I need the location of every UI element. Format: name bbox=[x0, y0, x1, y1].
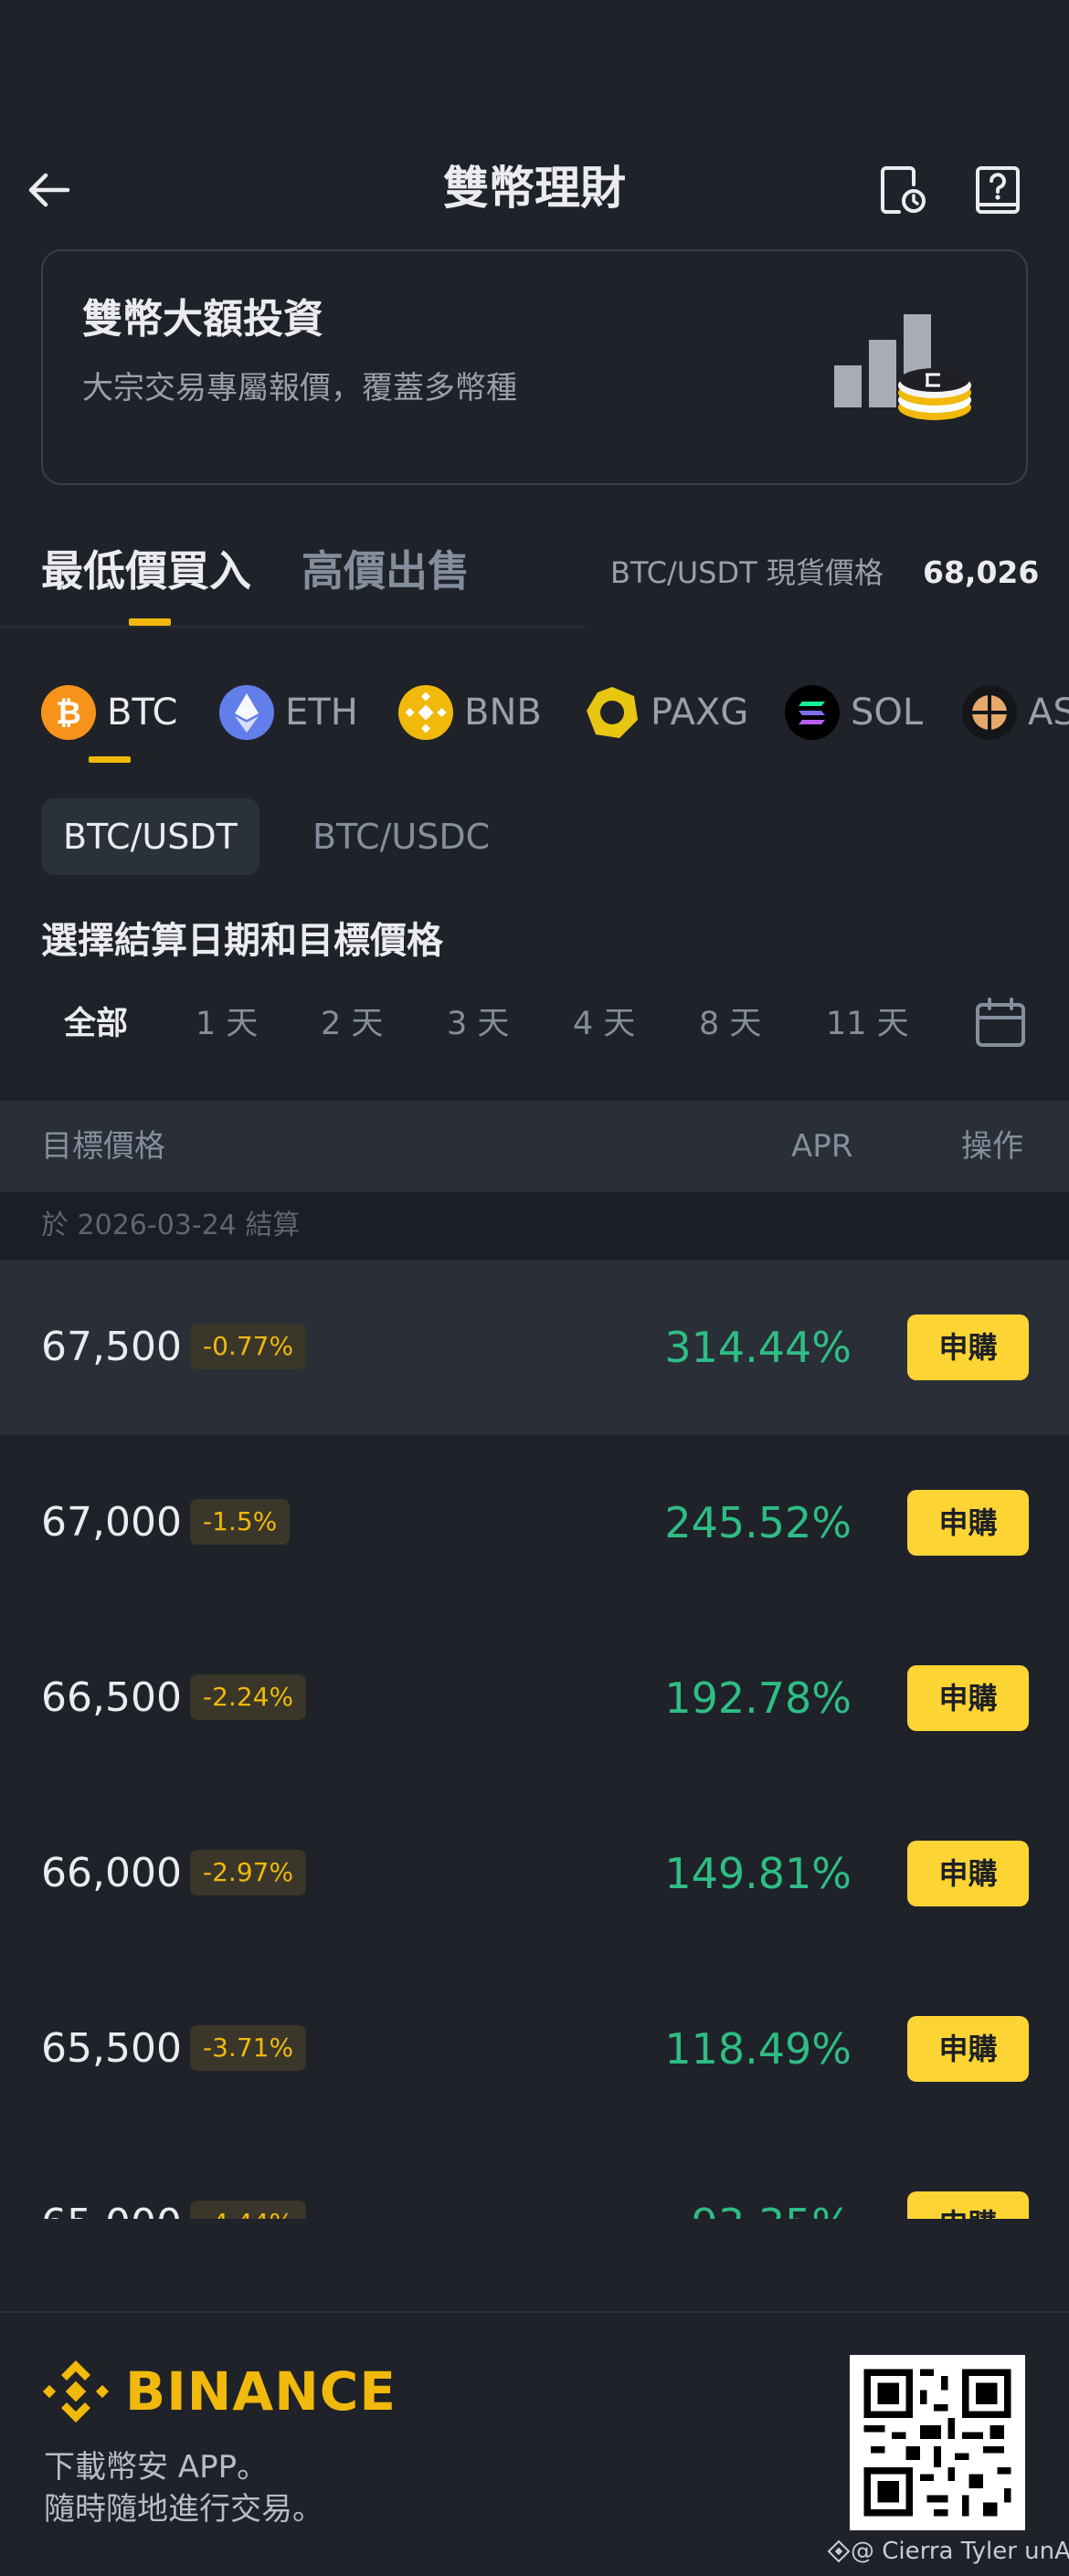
subscribe-button[interactable]: 申購 bbox=[907, 1314, 1029, 1380]
qr-code bbox=[850, 2355, 1025, 2530]
price-diff-badge: -4.44% bbox=[190, 2201, 307, 2219]
footer-text-line1: 下載幣安 APP。 bbox=[44, 2449, 269, 2486]
calendar-icon[interactable] bbox=[972, 996, 1029, 1052]
coin-tab-indicator bbox=[89, 756, 131, 763]
tab-low-buy[interactable]: 最低價買入 bbox=[41, 539, 251, 603]
coin-label: BNB bbox=[464, 692, 542, 734]
promo-title: 雙幣大額投資 bbox=[82, 296, 323, 343]
target-price: 66,500 bbox=[41, 1674, 182, 1721]
watermark-text: @ Cierra Tyler unAW bbox=[851, 2538, 1069, 2565]
apr-value: 93.35% bbox=[692, 2195, 852, 2219]
subscribe-button[interactable]: 申購 bbox=[907, 1841, 1029, 1906]
bar-coins-illustration bbox=[834, 314, 971, 420]
order-history-button[interactable] bbox=[873, 161, 932, 219]
apr-value: 245.52% bbox=[664, 1498, 852, 1547]
binance-diamond-icon bbox=[42, 2360, 110, 2423]
day-filter-1[interactable]: 1 天 bbox=[196, 998, 258, 1050]
subscribe-button[interactable]: 申購 bbox=[907, 2191, 1029, 2219]
price-diff-badge: -0.77% bbox=[190, 1324, 307, 1369]
spot-price-value: 68,026 bbox=[923, 554, 1040, 590]
target-price: 65,000 bbox=[41, 2195, 182, 2219]
ethereum-icon bbox=[219, 685, 274, 740]
col-apr: APR bbox=[791, 1128, 853, 1165]
day-filter-4[interactable]: 4 天 bbox=[573, 998, 635, 1050]
coin-tab-bnb[interactable]: BNB bbox=[398, 683, 542, 742]
section-heading: 選擇結算日期和目標價格 bbox=[41, 920, 443, 962]
subscribe-button[interactable]: 申購 bbox=[907, 2016, 1029, 2082]
table-row[interactable]: 66,000 -2.97% 149.81% 申購 bbox=[0, 1786, 1069, 1961]
svg-text:₿: ₿ bbox=[56, 695, 81, 732]
apr-value: 149.81% bbox=[664, 1849, 852, 1898]
pair-chip-btc-usdc[interactable]: BTC/USDC bbox=[291, 798, 512, 875]
subscribe-button[interactable]: 申購 bbox=[907, 1665, 1029, 1731]
spot-price-label: BTC/USDT 現貨價格 bbox=[610, 555, 884, 590]
price-diff-badge: -1.5% bbox=[190, 1499, 291, 1545]
help-book-icon bbox=[976, 166, 1020, 214]
apr-value: 314.44% bbox=[664, 1323, 852, 1372]
price-diff-badge: -2.24% bbox=[190, 1674, 307, 1720]
price-diff-badge: -2.97% bbox=[190, 1850, 307, 1895]
coin-tab-sol[interactable]: SOL bbox=[785, 683, 923, 742]
price-diff-badge: -3.71% bbox=[190, 2025, 307, 2071]
target-price: 66,000 bbox=[41, 1850, 182, 1896]
day-filter-3[interactable]: 3 天 bbox=[447, 998, 509, 1050]
bnb-icon bbox=[398, 685, 453, 740]
table-row[interactable]: 65,500 -3.71% 118.49% 申購 bbox=[0, 1961, 1069, 2137]
table-row[interactable]: 66,500 -2.24% 192.78% 申購 bbox=[0, 1610, 1069, 1786]
day-filter-11[interactable]: 11 天 bbox=[826, 998, 909, 1050]
target-price: 67,000 bbox=[41, 1499, 182, 1546]
bitcoin-icon: ₿ bbox=[41, 685, 96, 740]
watermark-logo-icon bbox=[827, 2539, 851, 2563]
coin-label: AS bbox=[1028, 692, 1069, 734]
apr-value: 192.78% bbox=[664, 1673, 852, 1723]
active-tab-indicator bbox=[129, 618, 171, 626]
paxg-icon bbox=[587, 687, 638, 738]
target-price: 67,500 bbox=[41, 1324, 182, 1370]
apr-value: 118.49% bbox=[664, 2024, 852, 2074]
coin-label: PAXG bbox=[651, 692, 749, 734]
coin-tab-btc[interactable]: ₿ BTC bbox=[41, 683, 177, 742]
table-row[interactable]: 67,000 -1.5% 245.52% 申購 bbox=[0, 1435, 1069, 1610]
settle-date: 於 2026-03-24 結算 bbox=[41, 1209, 301, 1241]
table-row[interactable]: 65,000 -4.44% 93.35% 申購 bbox=[0, 2137, 1069, 2219]
target-price: 65,500 bbox=[41, 2025, 182, 2072]
help-button[interactable] bbox=[968, 161, 1027, 219]
coin-label: SOL bbox=[851, 692, 924, 734]
coin-label: BTC bbox=[107, 692, 178, 734]
product-list: 67,500 -0.77% 314.44% 申購 67,000 -1.5% 24… bbox=[0, 1260, 1069, 2219]
promo-subtitle: 大宗交易專屬報價，覆蓋多幣種 bbox=[82, 370, 517, 406]
binance-logo[interactable]: BINANCE bbox=[41, 2355, 397, 2428]
as-icon bbox=[962, 685, 1017, 740]
solana-icon bbox=[785, 685, 840, 740]
history-icon bbox=[881, 166, 926, 214]
coin-tab-as[interactable]: AS bbox=[962, 683, 1069, 742]
table-row[interactable]: 67,500 -0.77% 314.44% 申購 bbox=[0, 1260, 1069, 1435]
tabs-divider bbox=[0, 626, 585, 628]
day-filter-8[interactable]: 8 天 bbox=[699, 998, 761, 1050]
coin-tab-paxg[interactable]: PAXG bbox=[585, 683, 748, 742]
coin-tab-eth[interactable]: ETH bbox=[219, 683, 358, 742]
day-filter-2[interactable]: 2 天 bbox=[321, 998, 383, 1050]
watermark: @ Cierra Tyler unAW bbox=[827, 2536, 1069, 2567]
col-action: 操作 bbox=[961, 1128, 1023, 1165]
footer-text-line2: 隨時隨地進行交易。 bbox=[44, 2491, 323, 2528]
coin-label: ETH bbox=[285, 692, 358, 734]
pair-chip-btc-usdt[interactable]: BTC/USDT bbox=[41, 798, 259, 875]
tab-high-sell[interactable]: 高價出售 bbox=[302, 539, 470, 603]
col-target-price: 目標價格 bbox=[41, 1128, 165, 1165]
brand-name: BINANCE bbox=[125, 2360, 397, 2423]
subscribe-button[interactable]: 申購 bbox=[907, 1490, 1029, 1556]
day-filter-all[interactable]: 全部 bbox=[64, 998, 128, 1050]
